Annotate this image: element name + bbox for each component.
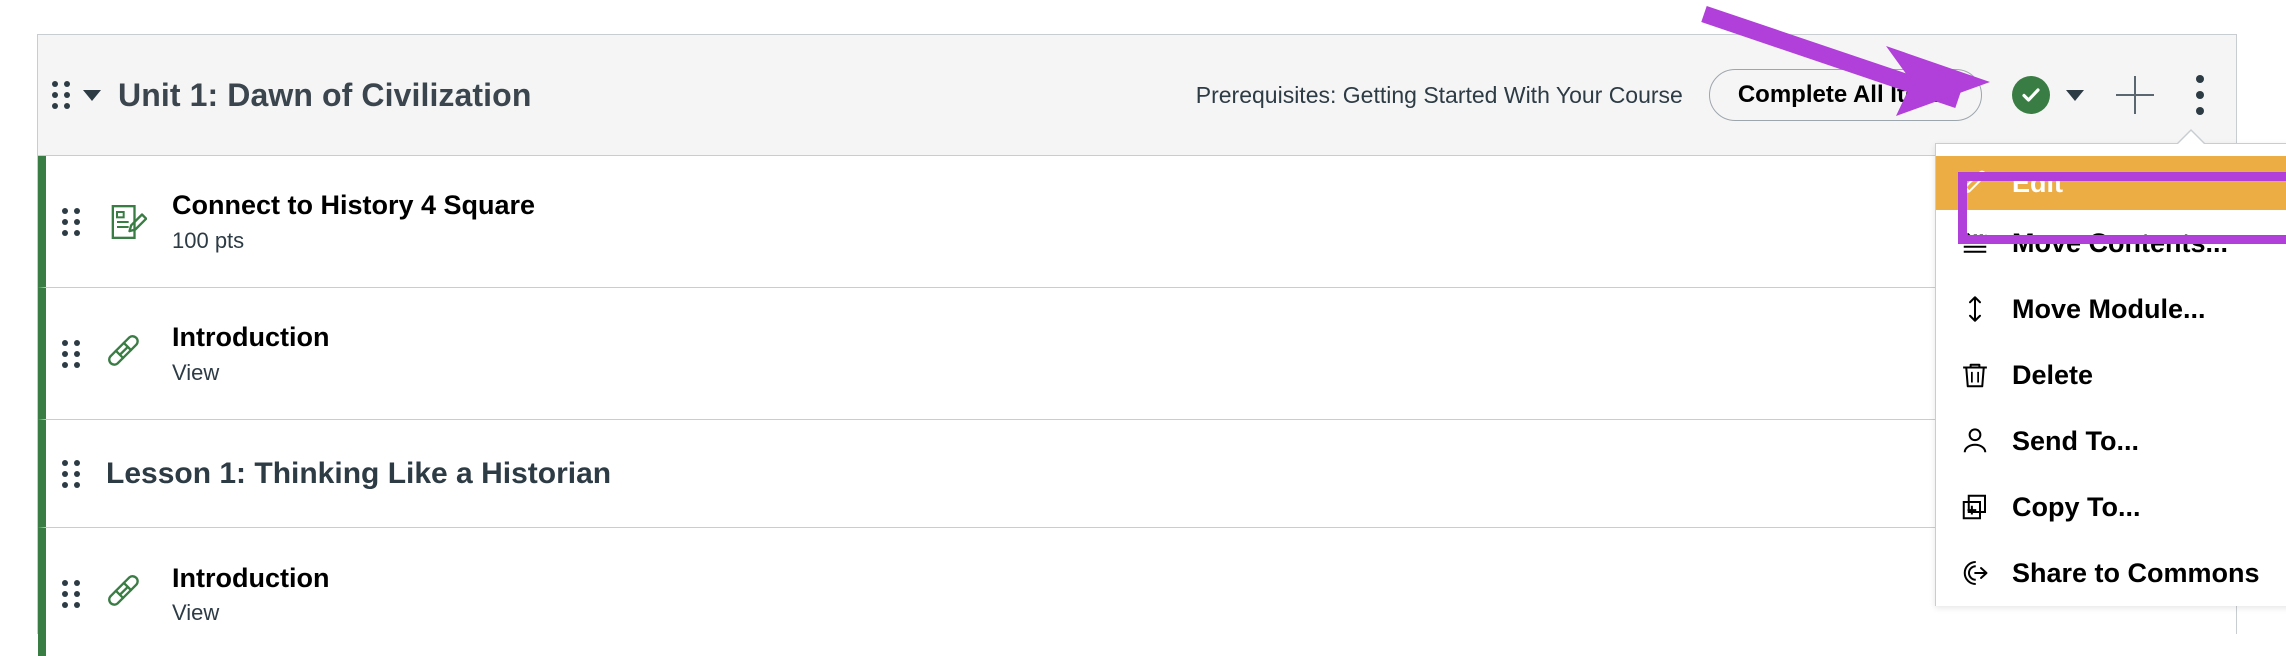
item-subtitle: 100 pts <box>172 227 245 253</box>
item-title[interactable]: Connect to History 4 Square <box>172 189 535 221</box>
menu-item-label: Edit <box>2012 167 2063 198</box>
module-items-list: Connect to History 4 Square 100 pts Intr… <box>38 156 2236 656</box>
item-drag-handle-icon[interactable] <box>60 207 82 237</box>
copy-icon <box>1958 490 1992 524</box>
menu-item-share-to-commons[interactable]: Share to Commons <box>1936 540 2286 606</box>
published-check-icon[interactable] <box>2012 76 2050 114</box>
item-subtitle: View <box>172 600 220 626</box>
screenshot-root: Unit 1: Dawn of Civilization Prerequisit… <box>0 0 2286 656</box>
module-item-row[interactable]: Introduction View <box>38 288 2236 420</box>
module-header: Unit 1: Dawn of Civilization Prerequisit… <box>38 35 2236 156</box>
item-text-block: Introduction View <box>172 321 329 385</box>
subheader-text-block: Lesson 1: Thinking Like a Historian <box>106 456 611 492</box>
share-commons-icon <box>1958 556 1992 590</box>
item-drag-handle-icon[interactable] <box>60 459 82 489</box>
module-drag-handle-icon[interactable] <box>50 80 72 110</box>
module-title: Unit 1: Dawn of Civilization <box>118 76 532 113</box>
module-prerequisites-text: Prerequisites: Getting Started With Your… <box>1195 81 1683 108</box>
module-subheader-row[interactable]: Lesson 1: Thinking Like a Historian <box>38 420 2236 528</box>
menu-item-move-module[interactable]: Move Module... <box>1936 276 2286 342</box>
module-kebab-menu-icon[interactable] <box>2190 72 2210 118</box>
module-collapse-caret-icon[interactable] <box>80 83 104 107</box>
module-header-actions: Prerequisites: Getting Started With Your… <box>1196 69 2210 121</box>
item-title[interactable]: Introduction <box>172 321 329 353</box>
subheader-title: Lesson 1: Thinking Like a Historian <box>106 456 612 490</box>
publish-caret-down-icon[interactable] <box>2064 84 2086 106</box>
item-text-block: Connect to History 4 Square 100 pts <box>172 189 535 253</box>
menu-item-label: Move Contents... <box>2012 227 2229 258</box>
menu-item-move-contents[interactable]: Move Contents... <box>1936 210 2286 276</box>
assignment-icon <box>104 199 150 245</box>
item-text-block: Introduction View <box>172 562 329 626</box>
complete-all-items-button[interactable]: Complete All Items <box>1708 69 1982 121</box>
menu-item-send-to[interactable]: Send To... <box>1936 408 2286 474</box>
move-updown-icon <box>1958 292 1992 326</box>
menu-caret-inner-icon <box>2178 131 2204 144</box>
trash-icon <box>1958 358 1992 392</box>
external-link-icon <box>104 331 150 377</box>
menu-item-label: Move Module... <box>2012 293 2206 324</box>
menu-item-delete[interactable]: Delete <box>1936 342 2286 408</box>
user-icon <box>1958 424 1992 458</box>
menu-item-label: Delete <box>2012 359 2094 390</box>
external-link-icon <box>104 571 150 617</box>
module-item-row[interactable]: Connect to History 4 Square 100 pts <box>38 156 2236 288</box>
item-drag-handle-icon[interactable] <box>60 579 82 609</box>
menu-item-label: Send To... <box>2012 425 2139 456</box>
item-title[interactable]: Introduction <box>172 562 329 594</box>
item-drag-handle-icon[interactable] <box>60 339 82 369</box>
module-item-row[interactable]: Introduction View <box>38 528 2236 656</box>
menu-item-copy-to[interactable]: Copy To... <box>1936 474 2286 540</box>
module-card: Unit 1: Dawn of Civilization Prerequisit… <box>37 34 2237 656</box>
add-item-plus-icon[interactable] <box>2116 76 2154 114</box>
item-subtitle: View <box>172 359 220 385</box>
move-contents-icon <box>1958 226 1992 260</box>
menu-item-label: Share to Commons <box>2012 557 2260 588</box>
menu-item-edit[interactable]: Edit <box>1936 156 2286 210</box>
pencil-icon <box>1958 166 1992 200</box>
menu-item-label: Copy To... <box>2012 491 2141 522</box>
module-kebab-dropdown-menu: Edit Move Contents... Move Module... Del… <box>1935 129 2286 606</box>
